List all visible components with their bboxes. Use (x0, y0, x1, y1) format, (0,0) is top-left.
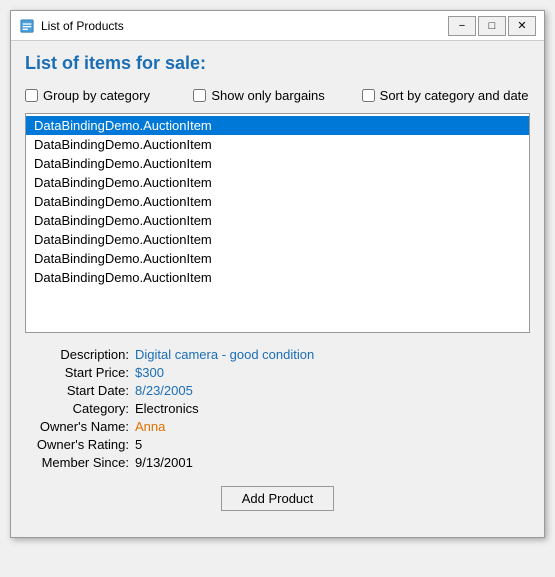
list-item[interactable]: DataBindingDemo.AuctionItem (26, 135, 529, 154)
start-price-label: Start Price: (25, 365, 135, 380)
list-item[interactable]: DataBindingDemo.AuctionItem (26, 211, 529, 230)
sort-by-category-label[interactable]: Sort by category and date (380, 88, 529, 103)
description-value: Digital camera - good condition (135, 347, 530, 362)
group-by-category-checkbox[interactable] (25, 89, 38, 102)
products-list[interactable]: DataBindingDemo.AuctionItemDataBindingDe… (25, 113, 530, 333)
category-value: Electronics (135, 401, 530, 416)
window-icon (19, 18, 35, 34)
window-title: List of Products (41, 19, 448, 33)
member-since-label: Member Since: (25, 455, 135, 470)
category-label: Category: (25, 401, 135, 416)
group-by-category-label[interactable]: Group by category (43, 88, 150, 103)
maximize-button[interactable]: □ (478, 16, 506, 36)
main-window: List of Products − □ ✕ List of items for… (10, 10, 545, 538)
start-date-value: 8/23/2005 (135, 383, 530, 398)
bottom-bar: Add Product (25, 486, 530, 525)
minimize-button[interactable]: − (448, 16, 476, 36)
list-item[interactable]: DataBindingDemo.AuctionItem (26, 173, 529, 192)
owners-rating-value: 5 (135, 437, 530, 452)
start-price-value: $300 (135, 365, 530, 380)
window-controls: − □ ✕ (448, 16, 536, 36)
owners-rating-label: Owner's Rating: (25, 437, 135, 452)
description-label: Description: (25, 347, 135, 362)
checkboxes-row: Group by category Show only bargains Sor… (25, 88, 530, 103)
list-item[interactable]: DataBindingDemo.AuctionItem (26, 116, 529, 135)
list-item[interactable]: DataBindingDemo.AuctionItem (26, 268, 529, 287)
list-item[interactable]: DataBindingDemo.AuctionItem (26, 154, 529, 173)
owners-name-value: Anna (135, 419, 530, 434)
page-heading: List of items for sale: (25, 53, 530, 74)
list-item[interactable]: DataBindingDemo.AuctionItem (26, 249, 529, 268)
show-only-bargains-item: Show only bargains (193, 88, 361, 103)
title-bar: List of Products − □ ✕ (11, 11, 544, 41)
sort-by-category-checkbox[interactable] (362, 89, 375, 102)
content-area: List of items for sale: Group by categor… (11, 41, 544, 537)
list-item[interactable]: DataBindingDemo.AuctionItem (26, 192, 529, 211)
start-date-label: Start Date: (25, 383, 135, 398)
sort-by-category-item: Sort by category and date (362, 88, 530, 103)
close-button[interactable]: ✕ (508, 16, 536, 36)
owners-name-label: Owner's Name: (25, 419, 135, 434)
add-product-button[interactable]: Add Product (221, 486, 335, 511)
show-only-bargains-checkbox[interactable] (193, 89, 206, 102)
show-only-bargains-label[interactable]: Show only bargains (211, 88, 324, 103)
group-by-category-item: Group by category (25, 88, 193, 103)
member-since-value: 9/13/2001 (135, 455, 530, 470)
list-item[interactable]: DataBindingDemo.AuctionItem (26, 230, 529, 249)
details-section: Description: Digital camera - good condi… (25, 347, 530, 470)
